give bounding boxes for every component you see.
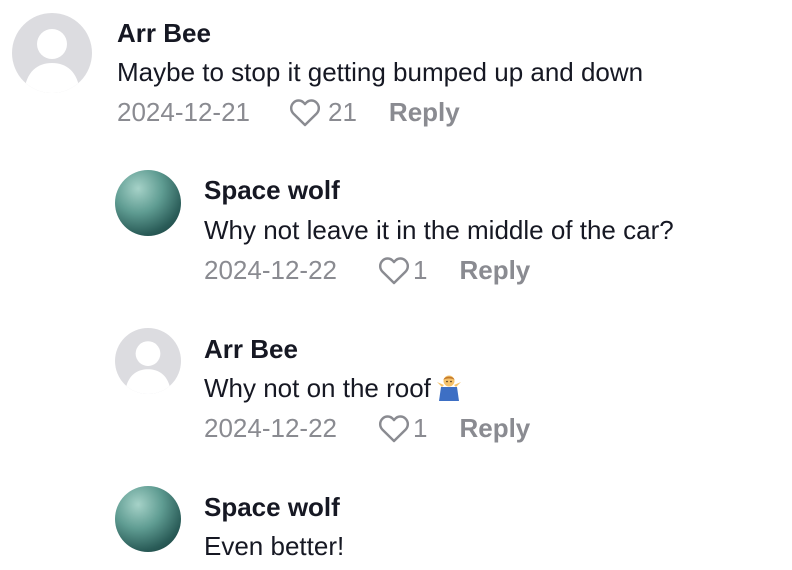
reply-item: Space wolf Why not leave it in the middl…	[0, 160, 792, 300]
comment-date: 2024-12-22	[204, 413, 337, 443]
comment-username[interactable]: Space wolf	[204, 175, 340, 205]
reply-item: Space wolf Even better!	[0, 476, 792, 570]
comment-text-row: Why not on the roof	[204, 372, 463, 408]
avatar[interactable]	[115, 328, 181, 394]
comment-meta: 2024-12-21 21 Reply	[117, 96, 460, 128]
heart-icon	[289, 99, 321, 127]
comment-meta: 2024-12-22 1 Reply	[204, 412, 530, 444]
comment-text: Why not leave it in the middle of the ca…	[204, 215, 674, 245]
heart-icon	[378, 415, 410, 443]
like-count: 1	[413, 413, 428, 443]
comment-date: 2024-12-21	[117, 97, 250, 127]
comment-date: 2024-12-22	[204, 255, 337, 285]
reply-item: Arr Bee Why not on the roof 2024-12-22 1	[0, 318, 792, 458]
comment-item: Arr Bee Maybe to stop it getting bumped …	[0, 0, 792, 140]
avatar[interactable]	[115, 170, 181, 236]
reply-button[interactable]: Reply	[459, 412, 530, 444]
heart-icon	[378, 257, 410, 285]
man-shrugging-emoji-icon	[435, 373, 463, 408]
avatar[interactable]	[115, 486, 181, 552]
comment-username[interactable]: Arr Bee	[204, 334, 298, 364]
comment-text: Maybe to stop it getting bumped up and d…	[117, 57, 644, 87]
comment-text: Even better!	[204, 531, 345, 561]
comment-username[interactable]: Space wolf	[204, 492, 340, 522]
reply-button[interactable]: Reply	[389, 96, 460, 128]
comment-meta: 2024-12-22 1 Reply	[204, 254, 530, 286]
avatar[interactable]	[12, 13, 92, 93]
like-count: 1	[413, 255, 428, 285]
like-count: 21	[328, 97, 357, 127]
like-button[interactable]: 1	[377, 254, 427, 286]
default-avatar-icon	[124, 341, 172, 394]
default-avatar-icon	[24, 29, 80, 93]
comment-text: Why not on the roof	[204, 373, 431, 403]
reply-button[interactable]: Reply	[459, 254, 530, 286]
like-button[interactable]: 1	[377, 412, 427, 444]
like-button[interactable]: 21	[288, 96, 357, 128]
comment-username[interactable]: Arr Bee	[117, 18, 211, 48]
